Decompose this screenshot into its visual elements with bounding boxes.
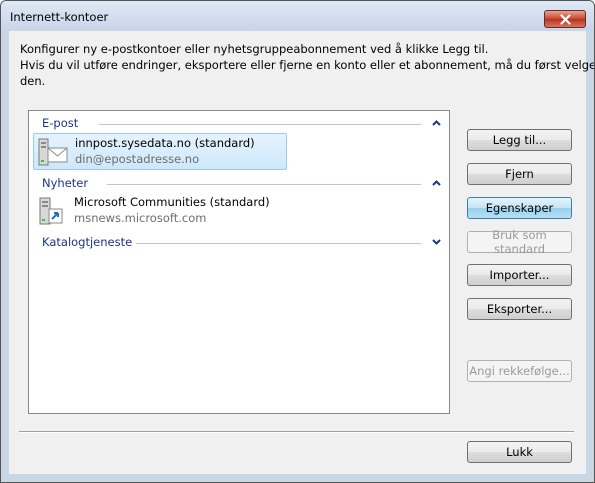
set-default-button[interactable]: Bruk som standard	[467, 228, 572, 256]
group-label-email: E-post	[42, 116, 83, 130]
group-label-directory: Katalogtjeneste	[42, 235, 137, 249]
import-button[interactable]: Importer...	[467, 264, 572, 286]
window-title: Internett-kontoer	[10, 10, 109, 24]
group-header-directory[interactable]: Katalogtjeneste	[29, 234, 449, 250]
remove-button[interactable]: Fjern	[467, 163, 572, 185]
instructions-text: Konfigurer ny e-postkontoer eller nyhets…	[20, 41, 595, 89]
instructions-line-2: Hvis du vil utføre endringer, eksportere…	[20, 58, 595, 72]
group-header-news[interactable]: Nyheter	[29, 175, 449, 191]
collapse-up-icon[interactable]	[432, 119, 441, 127]
set-order-button[interactable]: Angi rekkefølge...	[467, 360, 572, 382]
account-detail: msnews.microsoft.com	[74, 211, 207, 225]
title-bar[interactable]: Internett-kontoer	[1, 1, 594, 31]
group-divider	[107, 184, 421, 185]
internet-accounts-dialog: Internett-kontoer Konfigurer ny e-postko…	[0, 0, 595, 483]
instructions-line-1: Konfigurer ny e-postkontoer eller nyhets…	[20, 42, 489, 56]
close-icon	[559, 13, 571, 25]
properties-button[interactable]: Egenskaper	[467, 197, 572, 219]
instructions-line-3: den.	[20, 74, 46, 88]
mail-server-icon	[38, 138, 68, 166]
collapse-up-icon[interactable]	[432, 179, 441, 187]
footer-separator	[19, 431, 574, 433]
window-close-button[interactable]	[544, 10, 586, 28]
account-name: Microsoft Communities (standard)	[74, 195, 270, 209]
group-header-email[interactable]: E-post	[29, 115, 449, 131]
add-button[interactable]: Legg til...	[467, 129, 572, 151]
close-button[interactable]: Lukk	[467, 441, 572, 463]
export-button[interactable]: Eksporter...	[467, 298, 572, 320]
group-divider	[99, 124, 421, 125]
group-divider	[133, 243, 421, 244]
account-item-mail[interactable]: innpost.sysedata.no (standard) din@epost…	[33, 133, 287, 170]
account-detail: din@epostadresse.no	[75, 152, 200, 166]
news-server-icon	[39, 197, 63, 225]
expand-down-icon[interactable]	[432, 238, 441, 246]
account-name: innpost.sysedata.no (standard)	[75, 136, 255, 150]
group-label-news: Nyheter	[42, 176, 93, 190]
account-item-news[interactable]: Microsoft Communities (standard) msnews.…	[33, 193, 285, 228]
accounts-list[interactable]: E-post innpost.sysedata.no (standard) di…	[28, 110, 450, 414]
dialog-body: Konfigurer ny e-postkontoer eller nyhets…	[9, 31, 595, 474]
